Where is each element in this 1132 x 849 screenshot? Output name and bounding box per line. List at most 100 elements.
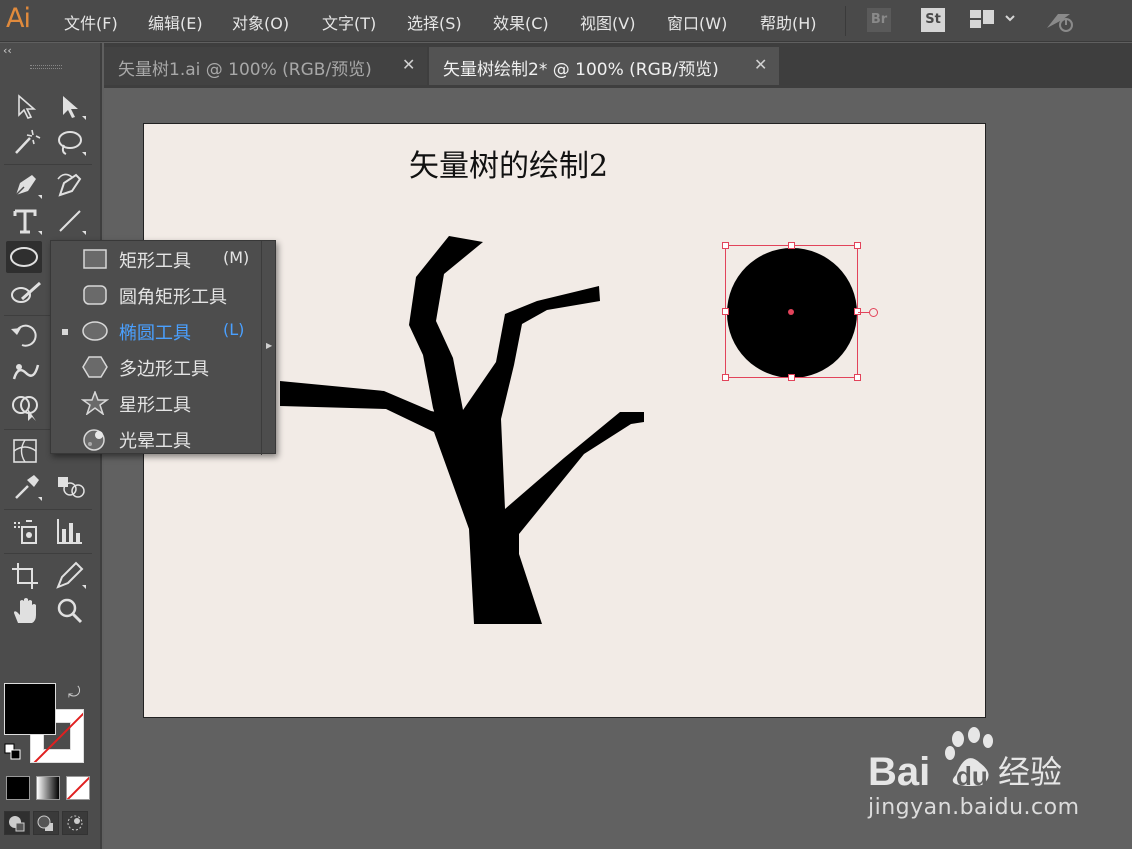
resize-handle-bottom[interactable] <box>788 374 795 381</box>
bridge-icon[interactable]: Br <box>867 8 891 32</box>
swap-fill-stroke-icon[interactable]: ⤾ <box>68 683 81 701</box>
menu-file[interactable]: 文件(F) <box>64 10 118 34</box>
flyout-item-shortcut: (M) <box>223 248 250 267</box>
flyout-item-label: 光晕工具 <box>119 431 191 452</box>
app-logo: Ai <box>6 3 31 34</box>
resize-handle-top[interactable] <box>788 242 795 249</box>
menu-object[interactable]: 对象(O) <box>232 10 289 34</box>
rotate-tool-icon[interactable] <box>8 319 44 351</box>
column-graph-tool-icon[interactable] <box>52 515 88 547</box>
flyout-item-label: 椭圆工具 <box>119 323 191 344</box>
tab-document-2[interactable]: 矢量树绘制2* @ 100% (RGB/预览) ✕ <box>429 47 779 85</box>
slice-tool-icon[interactable] <box>52 559 88 591</box>
close-icon[interactable]: ✕ <box>754 55 767 74</box>
type-tool-icon[interactable] <box>8 205 44 237</box>
color-mode-button[interactable] <box>6 776 30 800</box>
flyout-item-label: 多边形工具 <box>119 359 209 380</box>
pen-tool-icon[interactable] <box>8 169 44 201</box>
hand-tool-icon[interactable] <box>8 595 44 627</box>
flyout-item-flare[interactable]: 光晕工具 <box>51 421 261 457</box>
stock-icon[interactable]: St <box>921 8 945 32</box>
workspace-switcher-icon[interactable] <box>970 10 1016 32</box>
line-segment-tool-icon[interactable] <box>52 205 88 237</box>
polygon-icon <box>82 356 108 378</box>
tools-divider <box>4 509 92 510</box>
tree-trunk-shape[interactable] <box>280 236 644 624</box>
rectangle-icon <box>83 249 107 269</box>
curvature-tool-icon[interactable] <box>52 169 88 201</box>
pie-widget-line <box>858 312 869 313</box>
flyout-item-label: 圆角矩形工具 <box>119 287 227 308</box>
mesh-tool-icon[interactable] <box>8 435 44 467</box>
lasso-tool-icon[interactable] <box>52 126 88 158</box>
flyout-item-label: 星形工具 <box>119 395 191 416</box>
tools-divider <box>4 164 92 165</box>
flyout-item-shortcut: (L) <box>223 320 245 339</box>
svg-text:du: du <box>956 761 988 791</box>
shape-builder-tool-icon[interactable] <box>8 391 44 423</box>
magic-wand-tool-icon[interactable] <box>8 126 44 158</box>
flyout-item-rectangle[interactable]: 矩形工具 (M) <box>51 241 261 277</box>
pie-widget-handle[interactable] <box>869 308 878 317</box>
menu-select[interactable]: 选择(S) <box>407 10 462 34</box>
flyout-item-ellipse[interactable]: 椭圆工具 (L) <box>51 313 261 349</box>
menu-help[interactable]: 帮助(H) <box>760 10 817 34</box>
menu-window[interactable]: 窗口(W) <box>667 10 727 34</box>
flyout-item-polygon[interactable]: 多边形工具 <box>51 349 261 385</box>
none-mode-button[interactable] <box>66 776 90 800</box>
selected-bullet-icon <box>62 329 68 335</box>
close-icon[interactable]: ✕ <box>402 55 415 74</box>
svg-text:经验: 经验 <box>998 753 1062 791</box>
ellipse-tool-icon[interactable] <box>6 241 42 273</box>
flyout-item-star[interactable]: 星形工具 <box>51 385 261 421</box>
flyout-item-label: 矩形工具 <box>119 251 191 272</box>
illustrator-window: Ai 文件(F) 编辑(E) 对象(O) 文字(T) 选择(S) 效果(C) 视… <box>0 0 1132 849</box>
default-fill-stroke-icon[interactable] <box>4 743 22 761</box>
gpu-performance-icon[interactable] <box>1044 8 1078 34</box>
menu-type[interactable]: 文字(T) <box>322 10 376 34</box>
tab-label: 矢量树绘制2* @ 100% (RGB/预览) <box>443 60 719 80</box>
star-icon <box>81 391 109 415</box>
flyout-divider <box>261 241 262 455</box>
document-tabs: 矢量树1.ai @ 100% (RGB/预览) ✕ 矢量树绘制2* @ 100%… <box>104 43 1132 88</box>
tab-label: 矢量树1.ai @ 100% (RGB/预览) <box>118 60 372 80</box>
gradient-mode-button[interactable] <box>36 776 60 800</box>
resize-handle-top-right[interactable] <box>854 242 861 249</box>
zoom-tool-icon[interactable] <box>52 595 88 627</box>
tearoff-arrow-icon[interactable]: ▶ <box>266 341 272 350</box>
paintbrush-tool-icon[interactable] <box>8 277 44 309</box>
resize-handle-top-left[interactable] <box>722 242 729 249</box>
tools-divider <box>4 553 92 554</box>
collapse-panel-icon[interactable]: ‹‹ <box>3 44 12 57</box>
resize-handle-bottom-left[interactable] <box>722 374 729 381</box>
warp-tool-icon[interactable] <box>8 355 44 387</box>
fill-swatch[interactable] <box>4 683 56 735</box>
panel-grip[interactable] <box>30 65 62 69</box>
menu-edit[interactable]: 编辑(E) <box>148 10 203 34</box>
menu-effect[interactable]: 效果(C) <box>493 10 549 34</box>
menu-divider <box>845 6 846 36</box>
draw-behind-icon <box>37 815 53 831</box>
selection-tool-icon[interactable] <box>8 90 44 122</box>
rounded-rectangle-icon <box>83 285 107 305</box>
menu-bar: Ai 文件(F) 编辑(E) 对象(O) 文字(T) 选择(S) 效果(C) 视… <box>0 0 1132 42</box>
baidu-watermark-logo: Bai du 经验 <box>868 727 1062 794</box>
draw-inside-button[interactable] <box>62 811 88 835</box>
eyedropper-tool-icon[interactable] <box>8 471 44 503</box>
ellipse-icon <box>82 321 108 341</box>
draw-normal-icon <box>9 816 25 832</box>
menu-view[interactable]: 视图(V) <box>580 10 635 34</box>
tab-document-1[interactable]: 矢量树1.ai @ 100% (RGB/预览) ✕ <box>104 47 427 85</box>
flyout-item-rounded-rectangle[interactable]: 圆角矩形工具 <box>51 277 261 313</box>
resize-handle-left[interactable] <box>722 308 729 315</box>
shape-tools-flyout: 矩形工具 (M) 圆角矩形工具 椭圆工具 (L) 多边形工具 星形工具 光晕工具 <box>50 240 276 457</box>
draw-behind-button[interactable] <box>33 811 59 835</box>
svg-text:Bai: Bai <box>868 750 930 794</box>
none-slash <box>67 777 89 799</box>
symbol-sprayer-tool-icon[interactable] <box>8 515 44 547</box>
direct-selection-tool-icon[interactable] <box>52 90 88 122</box>
resize-handle-bottom-right[interactable] <box>854 374 861 381</box>
blend-tool-icon[interactable] <box>52 471 88 503</box>
artboard-tool-icon[interactable] <box>8 559 44 591</box>
draw-normal-button[interactable] <box>4 811 30 835</box>
